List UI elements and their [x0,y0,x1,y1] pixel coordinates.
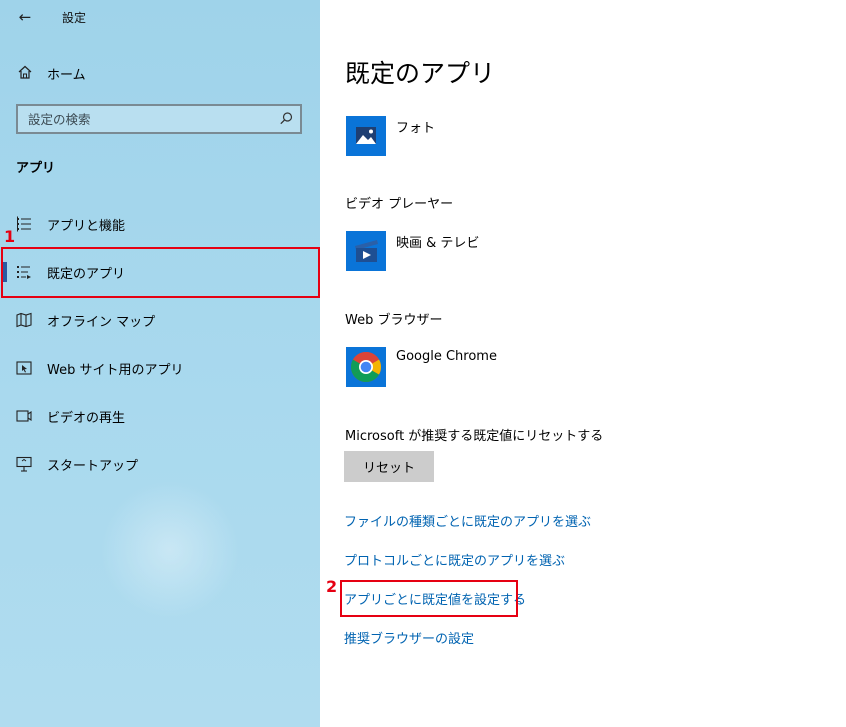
offline-maps-icon [16,312,32,328]
page-title: 既定のアプリ [345,59,496,88]
chrome-icon [346,347,386,387]
main-content: 既定のアプリ フォト ビデオ プレーヤー 映画 & テレビ Web ブラウザー [320,0,846,727]
apps-for-websites-icon [16,360,32,376]
search-input[interactable] [18,106,278,132]
section-header: アプリ [16,161,56,176]
reset-button[interactable]: リセット [344,451,434,482]
sidebar-item-apps-for-websites[interactable]: Web サイト用のアプリ [0,344,320,392]
step-number-2: 2 [326,577,338,596]
sidebar-item-label: Web サイト用のアプリ [47,363,184,378]
recommended-browser-settings-link[interactable]: 推奨ブラウザーの設定 [344,628,474,647]
choose-by-protocol-link[interactable]: プロトコルごとに既定のアプリを選ぶ [344,550,565,569]
search-box[interactable] [16,104,302,134]
startup-icon [16,456,32,472]
sidebar-item-apps-features[interactable]: アプリと機能 [0,200,320,248]
home-nav-item[interactable]: ホーム [0,58,320,88]
home-label: ホーム [47,68,86,83]
photos-app-tile[interactable] [346,116,386,156]
chrome-app-tile[interactable] [346,347,386,387]
sidebar: ← 設定 ホーム アプリ アプリと機能 既定のアプリ オフライン マップ [0,0,320,727]
video-player-label: ビデオ プレーヤー [345,197,454,212]
apps-features-icon [16,216,32,232]
sidebar-item-label: アプリと機能 [47,219,126,234]
background-glow [100,480,240,620]
sidebar-item-video-playback[interactable]: ビデオの再生 [0,392,320,440]
chrome-app-name: Google Chrome [396,349,497,364]
window-title: 設定 [62,11,87,25]
sidebar-item-label: ビデオの再生 [47,411,126,426]
sidebar-item-offline-maps[interactable]: オフライン マップ [0,296,320,344]
back-arrow-icon[interactable]: ← [14,6,36,28]
choose-by-file-type-link[interactable]: ファイルの種類ごとに既定のアプリを選ぶ [344,511,591,530]
sidebar-item-startup[interactable]: スタートアップ [0,440,320,488]
annotation-box-1 [1,247,320,298]
reset-description: Microsoft が推奨する既定値にリセットする [345,429,604,444]
video-playback-icon [16,408,32,424]
movies-tv-icon [346,231,386,271]
web-browser-label: Web ブラウザー [345,313,443,328]
search-icon[interactable] [279,111,294,130]
step-number-1: 1 [4,227,16,246]
movies-tv-app-tile[interactable] [346,231,386,271]
home-icon [17,64,33,84]
sidebar-item-label: スタートアップ [47,459,139,474]
photos-icon [346,116,386,156]
photos-app-name: フォト [396,121,436,136]
sidebar-item-label: オフライン マップ [47,315,156,330]
annotation-box-2 [340,580,518,617]
title-bar: ← 設定 [0,0,320,34]
movies-tv-app-name: 映画 & テレビ [396,236,480,251]
